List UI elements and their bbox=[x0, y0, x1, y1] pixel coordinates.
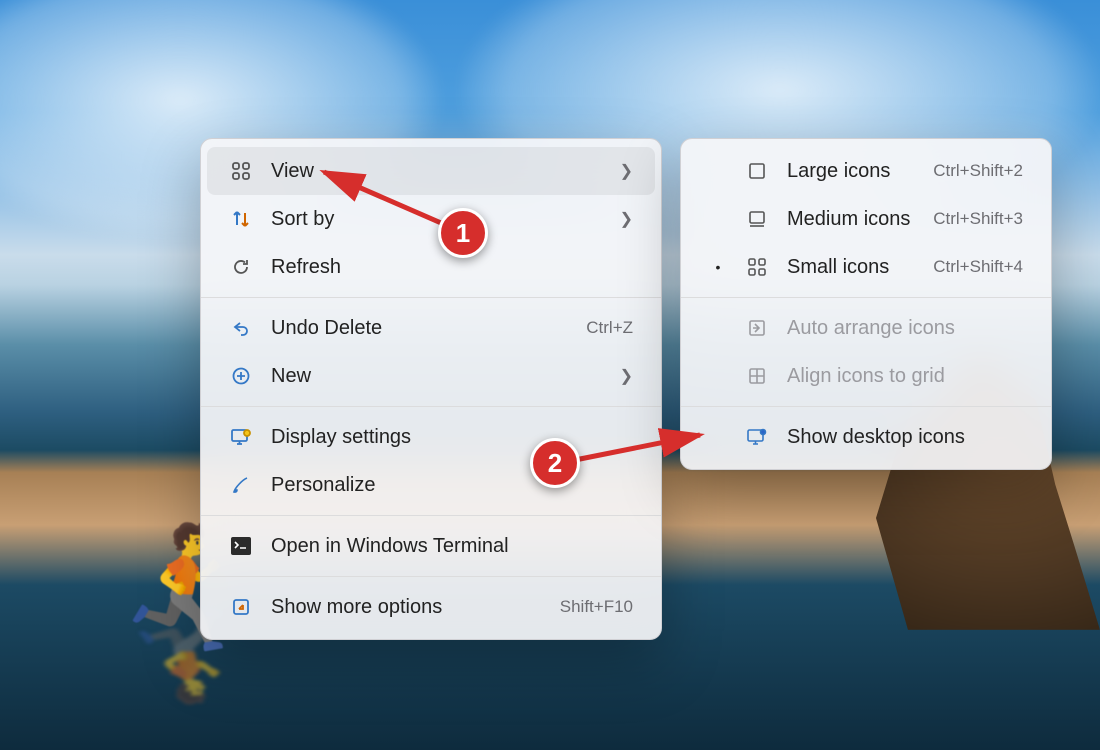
callout-number: 2 bbox=[548, 448, 562, 479]
desktop-wallpaper[interactable]: 🏃 🏃 View ❯ Sort by ❯ bbox=[0, 0, 1100, 750]
callout-badge-2: 2 bbox=[530, 438, 580, 488]
